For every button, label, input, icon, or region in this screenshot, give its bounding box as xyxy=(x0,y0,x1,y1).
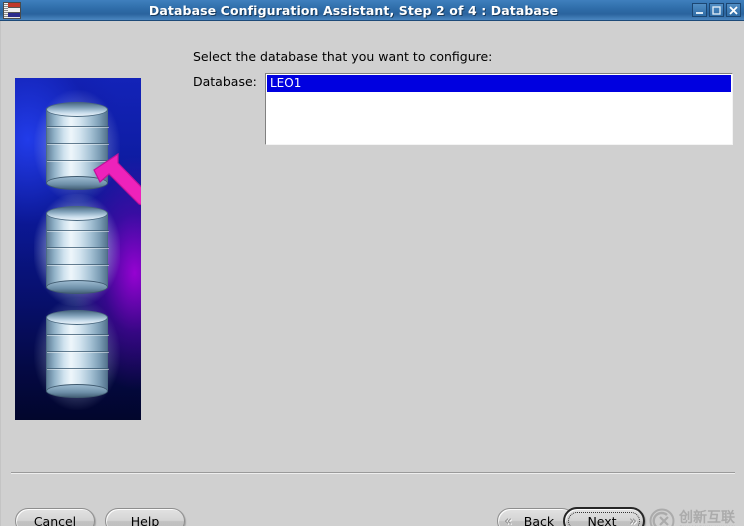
back-button[interactable]: « Back xyxy=(497,508,575,526)
title-bar: Database Configuration Assistant, Step 2… xyxy=(0,0,744,21)
database-cylinder-bottom xyxy=(34,298,120,410)
cylinder-body xyxy=(46,317,109,391)
close-icon[interactable] xyxy=(726,3,741,17)
cancel-button-label: Cancel xyxy=(33,513,77,526)
cylinder-body xyxy=(46,213,109,287)
database-cylinder-top xyxy=(34,90,120,202)
back-button-label: Back xyxy=(512,514,566,526)
maximize-icon[interactable] xyxy=(709,3,724,17)
database-field-label: Database: xyxy=(193,74,257,89)
cylinder-top-ellipse xyxy=(46,206,108,221)
cylinder-body xyxy=(46,109,109,183)
window-title: Database Configuration Assistant, Step 2… xyxy=(148,2,559,18)
database-app-icon xyxy=(3,1,21,19)
cylinder-bottom-ellipse xyxy=(46,280,108,294)
instruction-label: Select the database that you want to con… xyxy=(193,49,493,64)
next-button[interactable]: Next » xyxy=(563,507,645,526)
next-rest: ext xyxy=(596,513,617,526)
watermark-text: 创新互联 CHUANGXIN HULIAN xyxy=(679,511,735,526)
window-controls xyxy=(692,3,741,17)
watermark: 创新互联 CHUANGXIN HULIAN xyxy=(649,502,741,526)
watermark-cn: 创新互联 xyxy=(679,509,735,526)
footer-divider xyxy=(11,472,735,474)
back-rest: ack xyxy=(532,513,555,526)
cylinder-top-ellipse xyxy=(46,310,108,325)
dialog-client-area: Select the database that you want to con… xyxy=(0,21,744,526)
banner-graphic xyxy=(15,78,141,420)
next-mnemonic: N xyxy=(587,513,597,526)
help-button-label: Help xyxy=(130,513,160,526)
dialog-window: Database Configuration Assistant, Step 2… xyxy=(0,0,744,526)
app-icon-blocks xyxy=(8,2,20,18)
cylinder-top-ellipse xyxy=(46,102,108,117)
double-left-chevron-icon: « xyxy=(504,513,512,526)
help-button[interactable]: Help xyxy=(105,508,185,526)
database-listbox[interactable]: LEO1 xyxy=(265,73,733,145)
database-cylinder-selected xyxy=(34,194,120,306)
double-right-chevron-icon: » xyxy=(629,513,637,526)
cylinder-bottom-ellipse xyxy=(46,384,108,398)
cx-logo-icon xyxy=(649,508,675,526)
cylinder-bottom-ellipse xyxy=(46,176,108,190)
minimize-icon[interactable] xyxy=(692,3,707,17)
cancel-button[interactable]: Cancel xyxy=(15,508,95,526)
list-item[interactable]: LEO1 xyxy=(267,75,731,92)
next-button-label: Next xyxy=(575,514,629,526)
